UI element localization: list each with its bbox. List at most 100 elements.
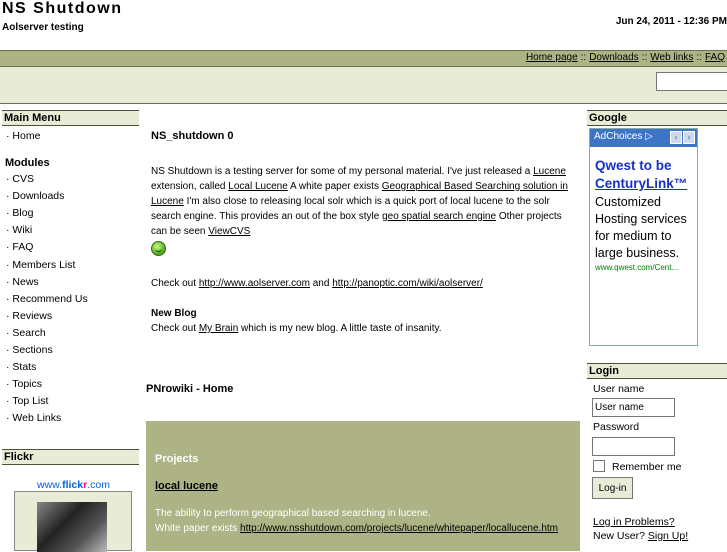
- menu-item-label[interactable]: Home: [12, 130, 40, 142]
- article-text: Check out: [151, 323, 199, 334]
- menu-item-blog[interactable]: Blog: [2, 207, 139, 224]
- article-text: which is my new blog. A little taste of …: [238, 323, 442, 334]
- menu-item-search[interactable]: Search: [2, 327, 139, 344]
- search-input[interactable]: [656, 72, 727, 91]
- geo-search-link[interactable]: geo spatial search engine: [382, 211, 496, 222]
- site-title: NS Shutdown: [2, 0, 123, 17]
- remember-me-label: Remember me: [612, 461, 682, 473]
- wiki-content-box: Projects local lucene The ability to per…: [146, 421, 580, 551]
- article-text: and: [309, 278, 333, 289]
- flickr-logo-flick: flick: [62, 479, 84, 491]
- nav-separator: ::: [580, 52, 587, 63]
- article-text: Check out: [151, 278, 199, 289]
- main-menu-title: Main Menu: [2, 110, 139, 126]
- ad-prev-icon[interactable]: ‹: [670, 131, 682, 144]
- ad-body: Customized Hosting services for medium t…: [595, 195, 687, 260]
- ad-url[interactable]: www.qwest.com/Cent...: [595, 263, 692, 272]
- menu-item-faq[interactable]: FAQ: [2, 241, 139, 258]
- menu-item-label[interactable]: FAQ: [12, 241, 33, 253]
- menu-item-label[interactable]: Search: [12, 327, 45, 339]
- current-datetime: Jun 24, 2011 - 12:36 PM: [615, 16, 727, 27]
- site-slogan: Aolserver testing: [2, 22, 84, 33]
- menu-item-recommend-us[interactable]: Recommend Us: [2, 293, 139, 310]
- lucene-link[interactable]: Lucene: [533, 166, 566, 177]
- search-bar: [0, 67, 727, 104]
- ad-next-icon[interactable]: ›: [683, 131, 695, 144]
- project-description-line: The ability to perform geographical base…: [155, 508, 431, 519]
- menu-item-downloads[interactable]: Downloads: [2, 190, 139, 207]
- local-lucene-link[interactable]: Local Lucene: [228, 181, 288, 192]
- menu-item-label[interactable]: Reviews: [12, 310, 52, 322]
- article-paragraph: Check out http://www.aolserver.com and h…: [151, 276, 579, 291]
- viewcvs-link[interactable]: ViewCVS: [208, 226, 250, 237]
- menu-item-label[interactable]: Stats: [12, 361, 36, 373]
- local-lucene-project-link[interactable]: local lucene: [155, 480, 218, 492]
- projects-heading: Projects: [155, 453, 199, 465]
- whitepaper-url-link[interactable]: http://www.nsshutdown.com/projects/lucen…: [240, 523, 558, 534]
- menu-item-members-list[interactable]: Members List: [2, 259, 139, 276]
- flickr-logo-suffix: .com: [87, 479, 110, 491]
- article-text: extension, called: [151, 181, 229, 192]
- menu-item-sections[interactable]: Sections: [2, 344, 139, 361]
- menu-item-label[interactable]: Members List: [12, 259, 75, 271]
- nav-home-page-link[interactable]: Home page: [526, 52, 578, 63]
- flickr-title: Flickr: [2, 449, 139, 465]
- article-title: NS_shutdown 0: [151, 130, 234, 142]
- menu-item-label[interactable]: Wiki: [12, 224, 32, 236]
- adchoices-icon: ▷: [645, 131, 653, 142]
- top-nav-bar: Home page:: Downloads:: Web links:: FAQ: [0, 50, 727, 67]
- menu-item-web-links[interactable]: Web Links: [2, 412, 139, 429]
- ad-title-line[interactable]: Qwest to be: [595, 157, 692, 175]
- my-brain-link[interactable]: My Brain: [199, 323, 238, 334]
- google-title: Google: [587, 110, 727, 126]
- menu-item-label[interactable]: Top List: [12, 395, 48, 407]
- adchoices-label[interactable]: AdChoices: [594, 131, 642, 142]
- username-input[interactable]: [592, 398, 675, 417]
- flickr-logo[interactable]: www.flickr.com: [37, 479, 110, 491]
- menu-item-home[interactable]: Home: [2, 130, 139, 147]
- ad-title-line[interactable]: CenturyLink™: [595, 176, 687, 191]
- flickr-photo-frame: [14, 491, 132, 552]
- menu-item-label[interactable]: CVS: [12, 173, 34, 185]
- aolserver-link[interactable]: http://www.aolserver.com: [199, 278, 310, 289]
- nav-web-links-link[interactable]: Web links: [650, 52, 693, 63]
- menu-item-label[interactable]: Web Links: [12, 412, 61, 424]
- login-problems-link[interactable]: Log in Problems?: [593, 516, 675, 528]
- project-description-line: White paper exists: [155, 523, 241, 534]
- login-button[interactable]: Log-in: [592, 477, 633, 499]
- menu-item-reviews[interactable]: Reviews: [2, 310, 139, 327]
- nav-downloads-link[interactable]: Downloads: [589, 52, 638, 63]
- menu-item-label[interactable]: Downloads: [12, 190, 64, 202]
- menu-item-label[interactable]: News: [12, 276, 38, 288]
- google-ad[interactable]: AdChoices ▷ ‹ › Qwest to be CenturyLink™ …: [589, 128, 698, 346]
- nav-faq-link[interactable]: FAQ: [705, 52, 725, 63]
- login-title: Login: [587, 363, 727, 379]
- signup-link[interactable]: Sign Up!: [648, 530, 688, 542]
- menu-item-label[interactable]: Topics: [12, 378, 42, 390]
- modules-list: CVS Downloads Blog Wiki FAQ Members List…: [2, 173, 139, 429]
- menu-item-news[interactable]: News: [2, 276, 139, 293]
- panoptic-link[interactable]: http://panoptic.com/wiki/aolserver/: [332, 278, 483, 289]
- password-label: Password: [593, 421, 640, 433]
- article-text: A white paper exists: [287, 181, 382, 192]
- menu-item-label[interactable]: Blog: [12, 207, 33, 219]
- wiki-title: PNrowiki - Home: [146, 383, 234, 395]
- menu-item-cvs[interactable]: CVS: [2, 173, 139, 190]
- modules-heading: Modules: [5, 157, 50, 170]
- nav-separator: ::: [696, 52, 702, 63]
- blog-heading: New Blog: [151, 308, 197, 319]
- new-user-line: New User? Sign Up!: [593, 530, 688, 542]
- password-input[interactable]: [592, 437, 675, 456]
- menu-item-stats[interactable]: Stats: [2, 361, 139, 378]
- menu-item-label[interactable]: Recommend Us: [12, 293, 87, 305]
- menu-item-wiki[interactable]: Wiki: [2, 224, 139, 241]
- article-paragraph: NS Shutdown is a testing server for some…: [151, 164, 579, 239]
- article-body: NS Shutdown is a testing server for some…: [151, 164, 579, 336]
- adchoices-bar[interactable]: AdChoices ▷ ‹ ›: [590, 129, 697, 147]
- ad-title[interactable]: Qwest to be CenturyLink™: [595, 157, 692, 193]
- remember-me-checkbox[interactable]: [593, 460, 605, 472]
- menu-item-topics[interactable]: Topics: [2, 378, 139, 395]
- menu-item-top-list[interactable]: Top List: [2, 395, 139, 412]
- article-paragraph: Check out My Brain which is my new blog.…: [151, 321, 579, 336]
- menu-item-label[interactable]: Sections: [12, 344, 52, 356]
